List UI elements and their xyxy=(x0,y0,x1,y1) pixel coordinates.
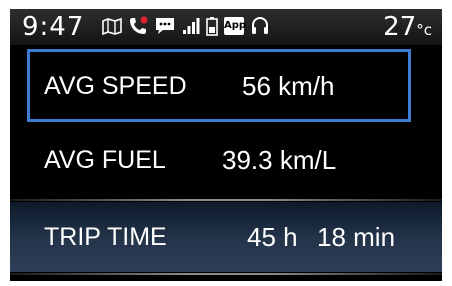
message-icon xyxy=(154,16,176,36)
trip-info-screen: 9:47 App 27°c AVG SPEED 56 km/h AVG FUEL… xyxy=(10,9,442,281)
status-icons: App xyxy=(102,15,270,37)
avg-speed-row[interactable]: AVG SPEED 56 km/h xyxy=(10,49,442,122)
signal-icon xyxy=(182,17,200,35)
row-divider xyxy=(10,273,442,275)
avg-fuel-label: AVG FUEL xyxy=(44,146,166,174)
row-divider xyxy=(10,199,442,201)
outside-temperature: 27°c xyxy=(383,12,432,45)
status-bar: 9:47 App 27°c xyxy=(10,9,442,45)
temperature-value: 27 xyxy=(383,12,417,42)
clock: 9:47 xyxy=(22,12,85,42)
headset-icon xyxy=(250,16,270,36)
phone-icon xyxy=(128,16,148,36)
avg-fuel-value: 39.3 km/L xyxy=(222,145,337,175)
trip-time-hours: 45 h xyxy=(247,222,298,252)
trip-time-minutes: 18 min xyxy=(317,222,396,252)
avg-fuel-row[interactable]: AVG FUEL 39.3 km/L xyxy=(10,125,442,195)
battery-icon xyxy=(206,16,218,36)
avg-speed-value: 56 km/h xyxy=(242,71,335,101)
avg-speed-label: AVG SPEED xyxy=(44,72,187,100)
app-icon: App xyxy=(224,17,246,35)
trip-time-row[interactable]: TRIP TIME 45 h 18 min xyxy=(10,202,442,272)
trip-time-label: TRIP TIME xyxy=(44,223,167,251)
temperature-unit: °c xyxy=(416,21,432,39)
map-icon xyxy=(102,17,122,35)
